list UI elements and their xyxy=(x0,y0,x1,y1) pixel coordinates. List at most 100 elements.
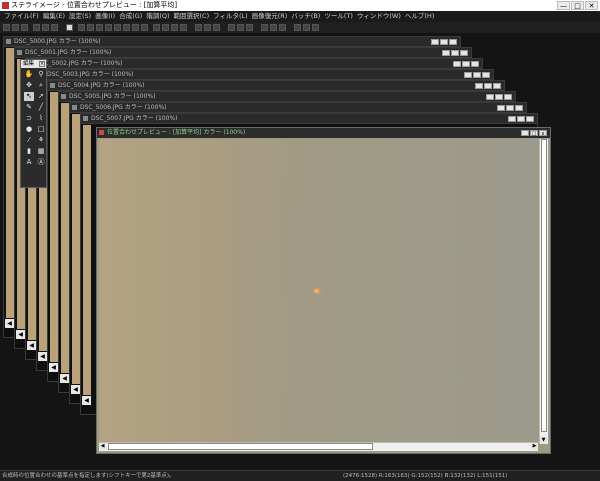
document-titlebar[interactable]: DSC_5003.JPG カラー (100%) xyxy=(37,70,493,80)
scroll-right-button[interactable]: ▶ xyxy=(531,443,538,450)
image-canvas[interactable] xyxy=(72,114,80,384)
move-icon[interactable]: ✥ xyxy=(24,81,34,90)
save-icon[interactable] xyxy=(21,24,28,31)
document-titlebar[interactable]: DSC_5006.JPG カラー (100%) xyxy=(70,103,526,113)
rect-select-icon[interactable]: □ xyxy=(36,125,46,134)
line-icon[interactable]: ╱ xyxy=(36,103,46,112)
document-titlebar[interactable]: DSC_5000.JPG カラー (100%) xyxy=(4,37,460,47)
doc-minimize-button[interactable] xyxy=(442,50,450,56)
new-file-icon[interactable] xyxy=(3,24,10,31)
lasso-icon[interactable]: ⊃ xyxy=(24,114,34,123)
scroll-left-button[interactable]: ◀ xyxy=(5,319,14,328)
scroll-left-button[interactable]: ◀ xyxy=(99,443,106,450)
redo-icon[interactable] xyxy=(87,24,94,31)
scroll-down-button[interactable]: ▼ xyxy=(540,437,547,444)
flip-icon[interactable] xyxy=(141,24,148,31)
script-icon[interactable] xyxy=(270,24,277,31)
restore-icon[interactable] xyxy=(228,24,235,31)
deconvolution-icon[interactable] xyxy=(237,24,244,31)
align-icon[interactable] xyxy=(153,24,160,31)
scroll-left-button[interactable]: ◀ xyxy=(38,352,47,361)
menu-window[interactable]: ウィンドウ(W) xyxy=(355,11,403,22)
menu-help[interactable]: ヘルプ(H) xyxy=(403,11,436,22)
doc-maximize-button[interactable] xyxy=(517,116,525,122)
vertical-scroll-thumb[interactable] xyxy=(541,139,547,432)
menu-restore[interactable]: 画像復元(R) xyxy=(250,11,290,22)
menu-range-select[interactable]: 範囲選択(C) xyxy=(172,11,212,22)
doc-minimize-button[interactable] xyxy=(486,94,494,100)
menu-levels[interactable]: 階調(Q) xyxy=(144,11,171,22)
zoom-out-icon[interactable] xyxy=(303,24,310,31)
menu-edit[interactable]: 編集(E) xyxy=(41,11,67,22)
eyedropper-icon[interactable]: ⌕ xyxy=(36,81,46,90)
gradient-icon[interactable]: ▦ xyxy=(36,147,46,156)
filter-icon[interactable] xyxy=(195,24,202,31)
menu-settings[interactable]: 設定(S) xyxy=(67,11,93,22)
tool-palette-titlebar[interactable]: 編集 × xyxy=(21,60,46,68)
pencil-icon[interactable]: ✎ xyxy=(24,103,34,112)
horizontal-scrollbar[interactable]: ◀ ▶ xyxy=(99,442,538,451)
maximize-button[interactable]: □ xyxy=(571,1,584,10)
menu-batch[interactable]: バッチ(B) xyxy=(289,11,322,22)
preview-titlebar[interactable]: 位置合わせプレビュー : [加算平均] カラー (100%) _ □ x xyxy=(97,128,550,138)
menu-tools[interactable]: ツール(T) xyxy=(322,11,355,22)
document-titlebar[interactable]: DSC_5001.JPG カラー (100%) xyxy=(15,48,471,58)
select-arrow-icon[interactable]: ↖ xyxy=(24,92,34,101)
levels-icon[interactable] xyxy=(105,24,112,31)
doc-maximize-button[interactable] xyxy=(462,61,470,67)
curves-icon[interactable] xyxy=(114,24,121,31)
document-titlebar[interactable]: DSC_5002.JPG カラー (100%) xyxy=(26,59,482,69)
preview-minimize-button[interactable]: _ xyxy=(521,130,529,137)
preview-maximize-button[interactable]: □ xyxy=(530,130,538,137)
scroll-left-button[interactable]: ◀ xyxy=(82,396,91,405)
undo-icon[interactable] xyxy=(78,24,85,31)
print-icon[interactable] xyxy=(33,24,40,31)
image-canvas[interactable] xyxy=(61,103,69,373)
spot-icon[interactable]: ● xyxy=(24,125,34,134)
doc-maximize-button[interactable] xyxy=(473,72,481,78)
pointer-icon[interactable]: ➚ xyxy=(36,92,46,101)
doc-maximize-button[interactable] xyxy=(495,94,503,100)
zoom-in-icon[interactable] xyxy=(294,24,301,31)
doc-close-button[interactable] xyxy=(515,105,523,111)
doc-close-button[interactable] xyxy=(449,39,457,45)
blur-icon[interactable] xyxy=(213,24,220,31)
document-titlebar[interactable]: DSC_5007.JPG カラー (100%) xyxy=(81,114,537,124)
histogram-icon[interactable] xyxy=(96,24,103,31)
paste-icon[interactable] xyxy=(66,24,73,31)
dark-icon[interactable] xyxy=(171,24,178,31)
rotate-icon[interactable] xyxy=(132,24,139,31)
zoom-icon[interactable]: ⚲ xyxy=(36,70,46,79)
doc-minimize-button[interactable] xyxy=(475,83,483,89)
brush-icon[interactable]: ⌇ xyxy=(36,114,46,123)
doc-close-button[interactable] xyxy=(493,83,501,89)
document-titlebar[interactable]: DSC_5004.JPG カラー (100%) xyxy=(48,81,504,91)
cut-icon[interactable] xyxy=(42,24,49,31)
copy-icon[interactable] xyxy=(51,24,58,31)
text-box-icon[interactable]: Ⓐ xyxy=(36,158,46,167)
balance-icon[interactable] xyxy=(123,24,130,31)
vertical-scrollbar[interactable]: ▼ xyxy=(539,139,548,444)
doc-minimize-button[interactable] xyxy=(453,61,461,67)
menu-composite[interactable]: 合成(G) xyxy=(117,11,144,22)
batch-icon[interactable] xyxy=(261,24,268,31)
doc-close-button[interactable] xyxy=(526,116,534,122)
close-button[interactable]: ✕ xyxy=(585,1,598,10)
doc-minimize-button[interactable] xyxy=(464,72,472,78)
flat-icon[interactable] xyxy=(180,24,187,31)
doc-close-button[interactable] xyxy=(471,61,479,67)
menu-file[interactable]: ファイル(F) xyxy=(2,11,41,22)
noise-icon[interactable] xyxy=(246,24,253,31)
horizontal-scroll-thumb[interactable] xyxy=(108,443,373,450)
fit-icon[interactable] xyxy=(312,24,319,31)
scroll-left-button[interactable]: ◀ xyxy=(60,374,69,383)
alignment-preview-window[interactable]: 位置合わせプレビュー : [加算平均] カラー (100%) _ □ x ▼ ◀ ▶ xyxy=(96,127,551,454)
preview-close-button[interactable]: x xyxy=(539,130,547,137)
info-icon[interactable] xyxy=(279,24,286,31)
image-canvas[interactable] xyxy=(50,92,58,362)
minimize-button[interactable]: — xyxy=(557,1,570,10)
wand-icon[interactable]: ⁄ xyxy=(24,136,34,145)
image-canvas[interactable] xyxy=(83,125,91,395)
scroll-left-button[interactable]: ◀ xyxy=(27,341,36,350)
scroll-left-button[interactable]: ◀ xyxy=(16,330,25,339)
